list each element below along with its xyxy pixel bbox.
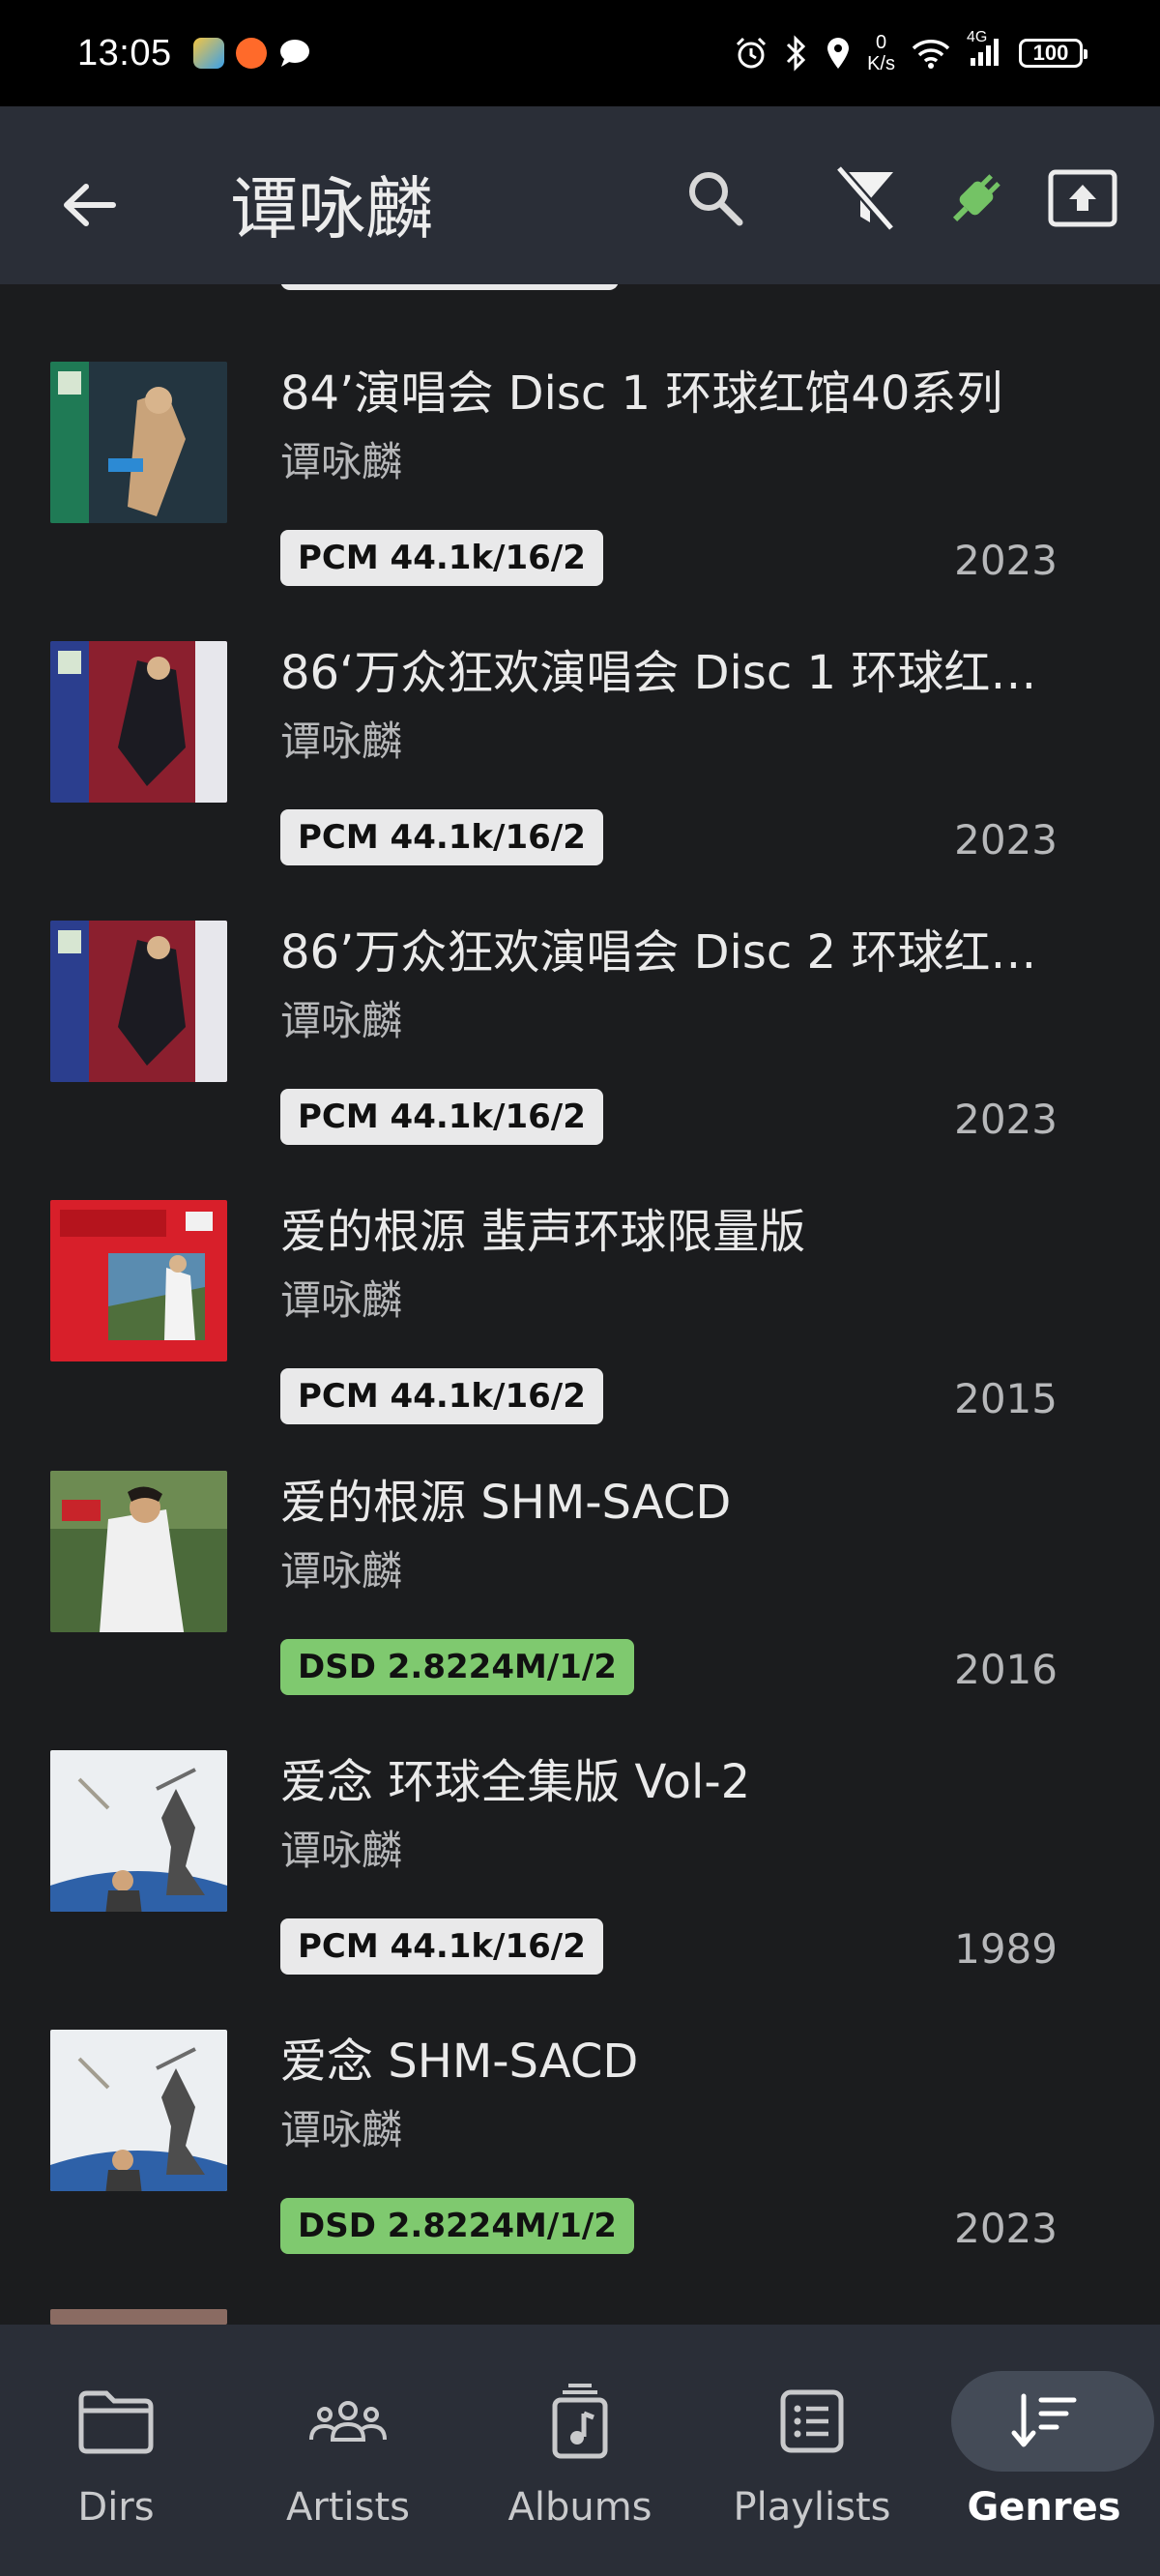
album-cover: [50, 1471, 227, 1632]
format-chip: PCM 44.1k/16/2: [280, 1368, 603, 1424]
album-year: 2023: [954, 2205, 1058, 2252]
status-indicators: 0 K/s 4G 100: [734, 29, 1088, 74]
album-title: 爱的根源 蜚声环球限量版: [280, 1205, 806, 1259]
album-row[interactable]: 86’万众狂欢演唱会 Disc 2 环球红馆40系列 谭咏麟 PCM 44.1k…: [0, 921, 1160, 1199]
nav-item-genres[interactable]: Genres: [928, 2325, 1160, 2576]
cell-signal-label: 4G: [967, 29, 988, 45]
back-arrow-icon: [64, 184, 116, 226]
album-row[interactable]: 84’演唱会 Disc 1 环球红馆40系列 谭咏麟 PCM 44.1k/16/…: [0, 362, 1160, 640]
album-title: 爱念 环球全集版 Vol-2: [280, 1755, 751, 1809]
album-artist: 谭咏麟: [280, 997, 403, 1044]
network-speed: 0 K/s: [867, 32, 895, 74]
search-icon: [689, 172, 743, 226]
album-cover: [50, 641, 227, 803]
album-cover: [50, 2030, 227, 2191]
format-chip: PCM 44.1k/16/2: [280, 1089, 603, 1145]
format-chip-partial: [280, 284, 619, 290]
album-artist: 谭咏麟: [280, 1276, 403, 1324]
album-cover: [50, 1200, 227, 1361]
album-row[interactable]: 爱的根源 SHM-SACD 谭咏麟 DSD 2.8224M/1/2 2016: [0, 1471, 1160, 1749]
album-title: 86’万众狂欢演唱会 Disc 2 环球红馆40系列: [280, 925, 1073, 980]
location-icon: [827, 38, 850, 69]
nav-item-dirs[interactable]: Dirs: [0, 2325, 232, 2576]
app-bar: 谭咏麟: [0, 106, 1160, 284]
album-title: 爱的根源 SHM-SACD: [280, 1476, 732, 1530]
sort-icon: [1005, 2383, 1083, 2460]
folder-icon: [77, 2383, 155, 2460]
nav-label: Playlists: [733, 2485, 891, 2530]
album-title: 86‘万众狂欢演唱会 Disc 1 环球红馆40系列: [280, 646, 1073, 700]
battery-indicator: 100: [1019, 39, 1088, 68]
plug-icon: [952, 174, 1000, 222]
playlist-icon: [773, 2383, 851, 2460]
wifi-icon: [912, 40, 950, 69]
album-year: 2023: [954, 1096, 1058, 1143]
filter-off-icon: [835, 164, 895, 232]
album-row-partial[interactable]: [0, 2309, 1160, 2325]
nav-label: Albums: [508, 2485, 652, 2530]
format-chip: DSD 2.8224M/1/2: [280, 2198, 634, 2254]
album-artist: 谭咏麟: [280, 1827, 403, 1874]
album-artist: 谭咏麟: [280, 2106, 403, 2153]
album-year: 2023: [954, 537, 1058, 584]
status-time: 13:05: [77, 32, 172, 73]
people-icon: [309, 2383, 387, 2460]
format-chip: PCM 44.1k/16/2: [280, 809, 603, 865]
notification-app-icon-browser: [192, 38, 224, 69]
cell-signal: 4G: [967, 29, 1003, 72]
connect-button[interactable]: [938, 160, 1015, 237]
page-title: 谭咏麟: [230, 169, 433, 249]
format-chip: PCM 44.1k/16/2: [280, 1918, 603, 1975]
nav-item-artists[interactable]: Artists: [232, 2325, 464, 2576]
bottom-navigation: Dirs Artists Albums Playlists Genres: [0, 2325, 1160, 2576]
nav-item-playlists[interactable]: Playlists: [696, 2325, 928, 2576]
network-speed-value: 0: [875, 32, 887, 53]
album-title: 84’演唱会 Disc 1 环球红馆40系列: [280, 366, 1003, 421]
network-speed-unit: K/s: [867, 53, 895, 74]
chat-bubble-icon: [279, 40, 309, 67]
filter-toggle-button[interactable]: [826, 160, 904, 237]
album-list[interactable]: 84’演唱会 Disc 1 环球红馆40系列 谭咏麟 PCM 44.1k/16/…: [0, 284, 1160, 2325]
upload-icon: [1048, 169, 1117, 227]
album-artist: 谭咏麟: [280, 1547, 403, 1595]
format-chip: PCM 44.1k/16/2: [280, 530, 603, 586]
notification-app-icon-taobao: [235, 38, 267, 69]
back-button[interactable]: [50, 166, 128, 244]
album-artist: 谭咏麟: [280, 438, 403, 485]
alarm-icon: [737, 37, 767, 69]
nav-label: Genres: [967, 2485, 1121, 2530]
album-row[interactable]: 爱念 环球全集版 Vol-2 谭咏麟 PCM 44.1k/16/2 1989: [0, 1750, 1160, 2029]
nav-label: Artists: [286, 2485, 410, 2530]
format-chip: DSD 2.8224M/1/2: [280, 1639, 634, 1695]
album-title: 爱念 SHM-SACD: [280, 2034, 639, 2089]
album-row[interactable]: 爱念 SHM-SACD 谭咏麟 DSD 2.8224M/1/2 2023: [0, 2030, 1160, 2308]
notification-icons: [192, 38, 311, 69]
status-bar: 13:05 0 K/s 4G 100: [0, 0, 1160, 106]
album-year: 2015: [954, 1375, 1058, 1422]
bluetooth-icon: [787, 35, 806, 72]
album-row[interactable]: 爱的根源 蜚声环球限量版 谭咏麟 PCM 44.1k/16/2 2015: [0, 1200, 1160, 1478]
nav-item-albums[interactable]: Albums: [464, 2325, 696, 2576]
album-artist: 谭咏麟: [280, 717, 403, 765]
album-cover: [50, 2309, 227, 2325]
album-cover: [50, 1750, 227, 1912]
album-cover: [50, 921, 227, 1082]
search-button[interactable]: [677, 160, 754, 237]
album-cover: [50, 362, 227, 523]
album-year: 1989: [954, 1925, 1058, 1973]
album-row[interactable]: 86‘万众狂欢演唱会 Disc 1 环球红馆40系列 谭咏麟 PCM 44.1k…: [0, 641, 1160, 920]
album-year: 2016: [954, 1646, 1058, 1693]
album-year: 2023: [954, 816, 1058, 864]
upload-button[interactable]: [1044, 160, 1121, 237]
album-icon: [541, 2383, 619, 2460]
nav-label: Dirs: [77, 2485, 155, 2530]
